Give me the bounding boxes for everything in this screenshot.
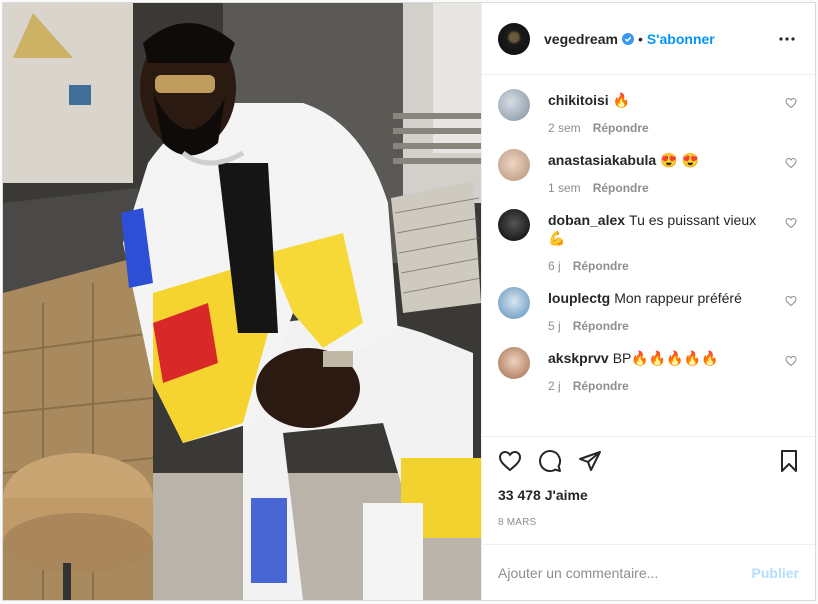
comment-username[interactable]: anastasiakabula (548, 152, 656, 168)
reply-button[interactable]: Répondre (573, 259, 629, 273)
comment-username[interactable]: akskprvv (548, 350, 609, 366)
comment-input[interactable] (498, 564, 752, 581)
post-sidebar: vegedream • S'abonner chikitoisi 🔥 2 sem… (481, 3, 815, 600)
reply-button[interactable]: Répondre (593, 121, 649, 135)
post-date[interactable]: 8 MARS (498, 517, 801, 528)
header-separator: • (637, 30, 643, 47)
verified-badge-icon (621, 32, 634, 45)
comment-username[interactable]: doban_alex (548, 212, 625, 228)
post-header: vegedream • S'abonner (482, 3, 815, 75)
comment-bubble-icon[interactable] (538, 449, 562, 473)
comment-like-heart-icon[interactable] (785, 355, 797, 367)
commenter-avatar[interactable] (498, 209, 530, 241)
author-avatar[interactable] (498, 22, 530, 55)
comment-like-heart-icon[interactable] (785, 295, 797, 307)
photo-illustration (3, 3, 481, 600)
post-photo[interactable] (3, 3, 481, 600)
comment-username[interactable]: louplectg (548, 290, 610, 306)
follow-button[interactable]: S'abonner (647, 31, 715, 47)
reply-button[interactable]: Répondre (573, 379, 629, 393)
comment-like-heart-icon[interactable] (785, 97, 797, 109)
comment-time[interactable]: 2 j (548, 379, 561, 393)
reply-button[interactable]: Répondre (573, 319, 629, 333)
more-options-icon[interactable] (775, 27, 799, 51)
add-comment-bar: Publier (482, 544, 815, 600)
comment-like-heart-icon[interactable] (785, 157, 797, 169)
commenter-avatar[interactable] (498, 149, 530, 181)
comment-text: 🔥 (612, 92, 631, 108)
comment-time[interactable]: 6 j (548, 259, 561, 273)
comment-item: louplectg Mon rappeur préféré 5 j Répondre (498, 287, 799, 333)
comment-text: BP🔥🔥🔥🔥🔥 (612, 350, 719, 366)
comment-time[interactable]: 2 sem (548, 121, 581, 135)
comment-item: akskprvv BP🔥🔥🔥🔥🔥 2 j Répondre (498, 347, 799, 393)
publish-button[interactable]: Publier (752, 565, 799, 581)
commenter-avatar[interactable] (498, 89, 530, 121)
likes-count[interactable]: 33 478 J'aime (498, 487, 801, 503)
comment-like-heart-icon[interactable] (785, 217, 797, 229)
comment-time[interactable]: 1 sem (548, 181, 581, 195)
comment-item: doban_alex Tu es puissant vieux 💪 6 j Répo… (498, 209, 799, 273)
save-bookmark-icon[interactable] (777, 449, 801, 473)
reply-button[interactable]: Répondre (593, 181, 649, 195)
author-username[interactable]: vegedream (544, 31, 618, 47)
comment-username[interactable]: chikitoisi (548, 92, 609, 108)
comment-item: anastasiakabula 😍 😍 1 sem Répondre (498, 149, 799, 195)
commenter-avatar[interactable] (498, 287, 530, 319)
comment-text: Mon rappeur préféré (614, 290, 742, 306)
comments-list[interactable]: chikitoisi 🔥 2 sem Répondre anastasiakabul… (482, 75, 815, 436)
comment-time[interactable]: 5 j (548, 319, 561, 333)
post-actions: 33 478 J'aime 8 MARS (482, 436, 815, 528)
commenter-avatar[interactable] (498, 347, 530, 379)
comment-text: 😍 😍 (660, 152, 699, 168)
like-heart-icon[interactable] (498, 449, 522, 473)
instagram-post: vegedream • S'abonner chikitoisi 🔥 2 sem… (2, 2, 816, 601)
comment-item: chikitoisi 🔥 2 sem Répondre (498, 89, 799, 135)
share-paper-plane-icon[interactable] (578, 449, 602, 473)
